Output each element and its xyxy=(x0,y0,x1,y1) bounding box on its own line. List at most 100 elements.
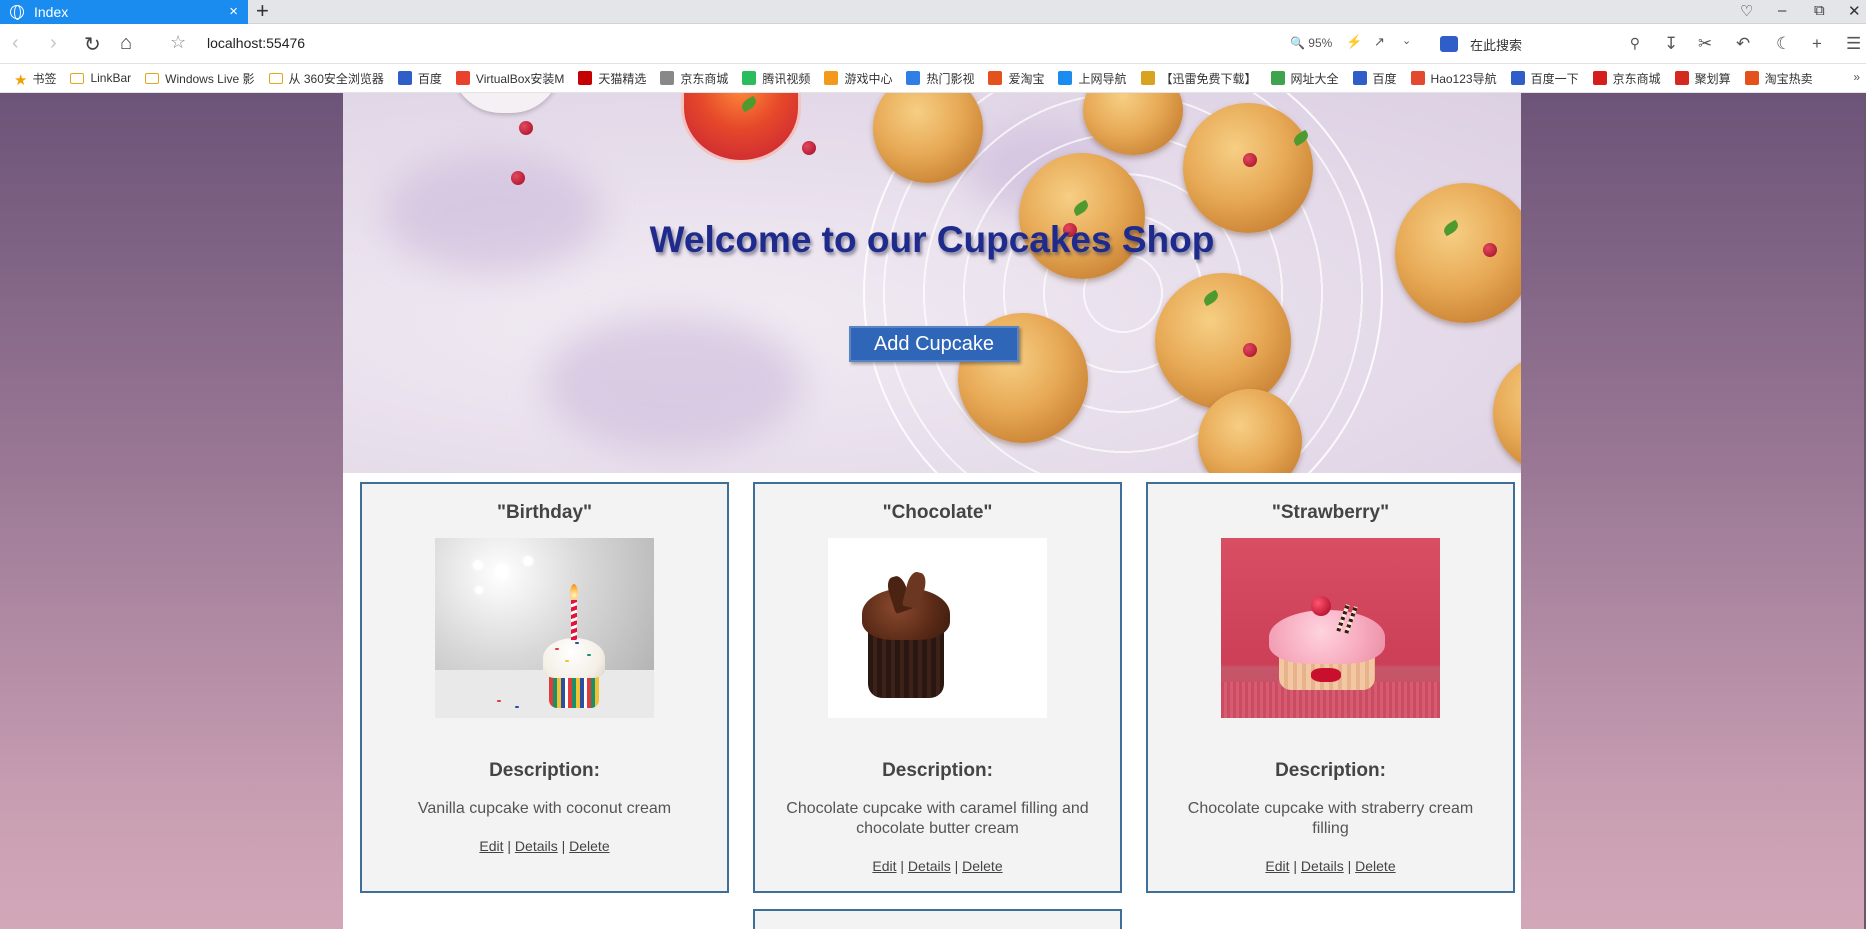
delete-link[interactable]: Delete xyxy=(569,838,609,854)
baidu-engine-icon[interactable] xyxy=(1440,36,1458,52)
undo-icon[interactable]: ↶ xyxy=(1736,34,1750,54)
restore-icon[interactable]: ⧉ xyxy=(1814,2,1825,19)
berry-bowl-image xyxy=(451,93,561,113)
tab-index[interactable]: Index × xyxy=(0,0,248,24)
juhuasuan-icon xyxy=(1674,71,1689,85)
q-icon xyxy=(1058,71,1073,85)
minimize-icon[interactable]: – xyxy=(1778,2,1786,19)
bookmark-item[interactable]: 淘宝热卖 xyxy=(1744,70,1813,87)
folder-icon xyxy=(145,72,160,84)
taobao-icon xyxy=(988,71,1003,85)
details-link[interactable]: Details xyxy=(908,858,951,874)
cupcake-card: "Strawberry" Description: Chocolate cupc… xyxy=(1146,482,1515,893)
separator: | xyxy=(900,858,905,874)
edit-link[interactable]: Edit xyxy=(872,858,896,874)
bookmark-item[interactable]: VirtualBox安装M xyxy=(455,70,564,87)
new-tab-button[interactable]: + xyxy=(256,0,269,22)
description-heading: Description: xyxy=(1275,760,1386,781)
window-close-icon[interactable]: ✕ xyxy=(1848,2,1861,20)
menu-icon[interactable]: ☰ xyxy=(1846,34,1861,54)
bookmark-item[interactable]: 百度 xyxy=(397,70,442,87)
scissors-icon[interactable]: ✂ xyxy=(1698,34,1712,54)
delete-link[interactable]: Delete xyxy=(962,858,1002,874)
tab-bar: Index × + ♡ – ⧉ ✕ xyxy=(0,0,1866,24)
bookmark-item[interactable]: 腾讯视频 xyxy=(742,70,810,87)
bookmark-item[interactable]: 从 360安全浏览器 xyxy=(268,70,384,87)
video-icon xyxy=(906,71,921,85)
bookmark-label: 爱淘宝 xyxy=(1008,71,1045,86)
bookmark-label: 京东商城 xyxy=(680,71,729,86)
tmall-icon xyxy=(578,71,593,85)
edit-link[interactable]: Edit xyxy=(1265,858,1289,874)
skin-icon[interactable]: ♡ xyxy=(1740,2,1753,20)
back-icon[interactable]: ‹ xyxy=(12,32,19,55)
bookmark-item[interactable]: 聚划算 xyxy=(1674,70,1731,87)
star-icon: ★ xyxy=(14,72,28,89)
bookmark-item[interactable]: ★ 书签 xyxy=(14,70,57,90)
hao123-icon xyxy=(1410,71,1425,85)
card-actions: Edit | Details | Delete xyxy=(362,838,727,854)
zoom-level[interactable]: 🔍 95% xyxy=(1290,36,1332,50)
taobao-icon xyxy=(1744,71,1759,85)
details-link[interactable]: Details xyxy=(515,838,558,854)
bookmarks-more-icon[interactable]: » xyxy=(1853,70,1860,84)
card-actions: Edit | Details | Delete xyxy=(755,858,1120,874)
bookmark-item[interactable]: 热门影视 xyxy=(906,70,974,87)
bookmark-label: 上网导航 xyxy=(1078,71,1127,86)
separator: | xyxy=(561,838,566,854)
bookmark-item[interactable]: LinkBar xyxy=(70,71,131,85)
baidu-icon xyxy=(397,71,412,85)
strawberry-cupcake-image xyxy=(1221,538,1440,718)
bookmark-item[interactable]: Windows Live 影 xyxy=(145,70,255,87)
edit-link[interactable]: Edit xyxy=(479,838,503,854)
chocolate-cupcake-image xyxy=(828,538,1047,718)
bookmark-label: 百度 xyxy=(1372,71,1397,86)
bookmark-item[interactable]: 京东商城 xyxy=(1592,70,1661,87)
bookmark-label: 腾讯视频 xyxy=(762,71,811,86)
cupcake-card: "Chocolate" Description: Chocolate cupca… xyxy=(753,482,1122,893)
bookmark-label: Windows Live 影 xyxy=(165,71,255,86)
bookmark-star-icon[interactable]: ☆ xyxy=(170,32,186,53)
delete-link[interactable]: Delete xyxy=(1355,858,1395,874)
separator: | xyxy=(1347,858,1352,874)
baidu-icon xyxy=(1352,71,1367,85)
cupcake-description: Chocolate cupcake with straberry cream f… xyxy=(1187,800,1474,837)
bookmark-item[interactable]: 天猫精选 xyxy=(578,70,646,87)
bookmark-item[interactable]: 爱淘宝 xyxy=(988,70,1044,87)
download-icon[interactable]: ↧ xyxy=(1664,34,1678,54)
share-icon[interactable]: ↗ xyxy=(1374,34,1385,50)
hero-banner: Welcome to our Cupcakes Shop Add Cupcake xyxy=(343,93,1521,473)
reload-icon[interactable]: ↻ xyxy=(84,32,101,57)
search-icon[interactable]: ⚲ xyxy=(1630,35,1640,52)
search-input[interactable]: 在此搜索 xyxy=(1470,35,1522,54)
card-actions: Edit | Details | Delete xyxy=(1148,858,1513,874)
bookmark-label: 游戏中心 xyxy=(844,71,893,86)
bookmark-item[interactable]: 【迅雷免费下载】 xyxy=(1140,70,1257,87)
bookmark-label: 书签 xyxy=(32,71,57,86)
bookmark-item[interactable]: 百度 xyxy=(1352,70,1397,87)
home-icon[interactable]: ⌂ xyxy=(120,32,132,55)
url-input[interactable]: localhost:55476 xyxy=(207,35,305,51)
add-cupcake-button[interactable]: Add Cupcake xyxy=(849,326,1019,362)
bookmark-label: LinkBar xyxy=(90,71,132,85)
separator: | xyxy=(1293,858,1298,874)
lightning-icon[interactable]: ⚡ xyxy=(1346,34,1362,50)
bookmark-label: 京东商城 xyxy=(1612,71,1661,86)
tab-close-icon[interactable]: × xyxy=(229,3,238,20)
bookmark-item[interactable]: 京东商城 xyxy=(660,70,728,87)
c-icon xyxy=(455,71,470,85)
search-box[interactable]: 在此搜索 ⚲ xyxy=(1436,30,1650,58)
chevron-down-icon[interactable]: ⌄ xyxy=(1402,34,1411,47)
bookmark-item[interactable]: Hao123导航 xyxy=(1410,70,1497,87)
bookmark-item[interactable]: 百度一下 xyxy=(1510,70,1579,87)
bookmark-item[interactable]: 网址大全 xyxy=(1270,70,1339,87)
bookmark-item[interactable]: 游戏中心 xyxy=(824,70,892,87)
tab-title: Index xyxy=(34,4,69,20)
add-icon[interactable]: + xyxy=(1812,34,1822,54)
page-viewport: Welcome to our Cupcakes Shop Add Cupcake… xyxy=(0,93,1866,929)
details-link[interactable]: Details xyxy=(1301,858,1344,874)
night-mode-icon[interactable]: ☾ xyxy=(1776,34,1791,54)
bookmark-label: 热门影视 xyxy=(926,71,975,86)
bookmark-item[interactable]: 上网导航 xyxy=(1058,70,1127,87)
forward-icon[interactable]: › xyxy=(50,32,57,55)
